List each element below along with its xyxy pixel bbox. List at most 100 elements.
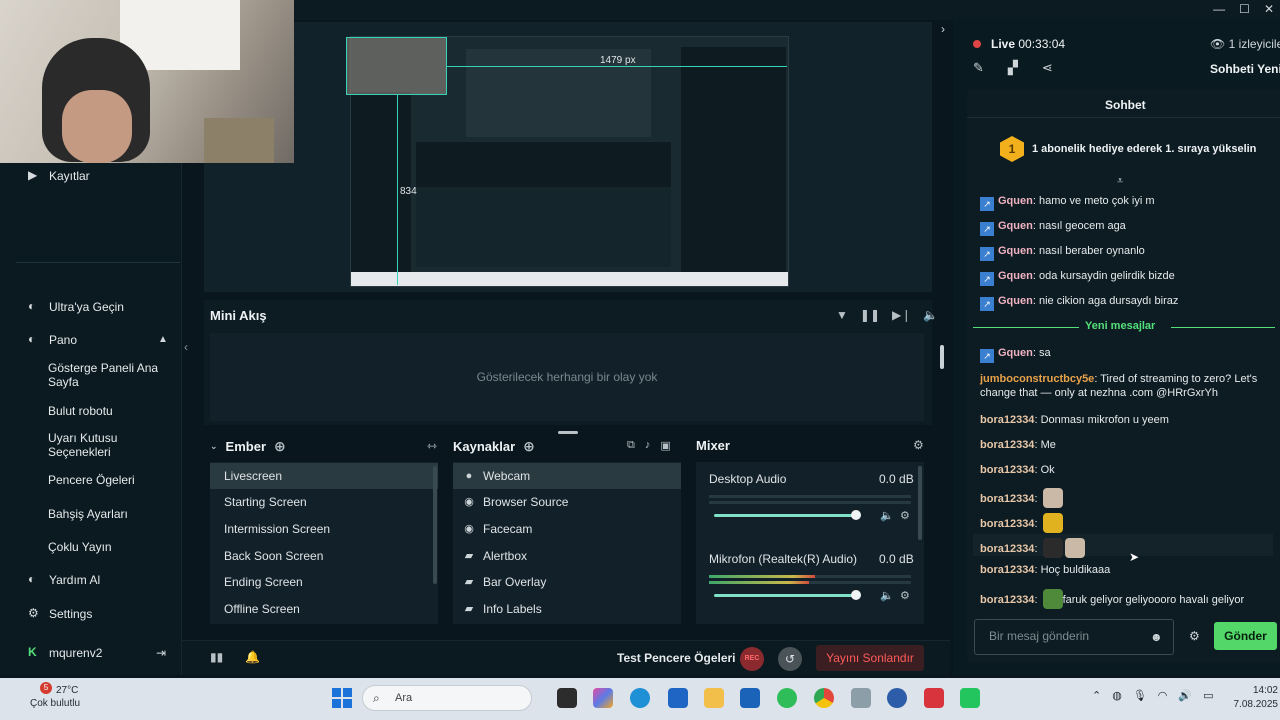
collapse-sidebar-icon[interactable]: ‹ <box>184 340 188 354</box>
sub-gift-banner[interactable]: 1 1 abonelik hediye ederek 1. sıraya yük… <box>1000 136 1256 162</box>
group-icon[interactable]: ⧉ <box>627 439 635 452</box>
chat-username[interactable]: Gquen <box>998 270 1033 282</box>
add-source-icon[interactable]: ⊕ <box>523 438 535 455</box>
chevron-up-icon[interactable]: ▲ <box>158 333 168 347</box>
battery-icon[interactable]: ▭ <box>1203 689 1213 702</box>
transition-icon[interactable]: ⇿ <box>427 439 437 453</box>
chat-input-box[interactable] <box>974 619 1174 655</box>
chat-username[interactable]: Gquen <box>998 220 1033 232</box>
taskbar-app-icon[interactable] <box>851 688 871 708</box>
stats-icon[interactable]: ▮▮ <box>210 650 223 664</box>
chrome-icon[interactable] <box>814 688 834 708</box>
scene-item[interactable]: Offline Screen <box>210 596 438 622</box>
system-clock[interactable]: 14:02 7.08.2025 <box>1230 684 1279 712</box>
mixer-scrollbar[interactable] <box>918 466 922 540</box>
chat-username[interactable]: Gquen <box>998 295 1033 307</box>
volume-icon[interactable]: 🔈 <box>923 308 938 322</box>
chat-username[interactable]: Gquen <box>998 195 1033 207</box>
volume-slider-knob[interactable] <box>851 590 861 600</box>
sidebar-subitem-alertbox[interactable]: Uyarı Kutusu Seçenekleri <box>48 431 168 459</box>
chevron-right-icon[interactable]: › <box>941 22 945 36</box>
emoji-icon[interactable]: ☻ <box>1150 630 1163 644</box>
chat-username[interactable]: bora12334 <box>980 414 1034 426</box>
scene-item[interactable]: Intermission Screen <box>210 516 438 542</box>
taskbar-search[interactable]: ⌕ Ara <box>362 685 532 711</box>
sidebar-item-dashboard[interactable]: ◐ Pano ▲ <box>28 333 168 348</box>
send-button[interactable]: Gönder <box>1214 622 1277 650</box>
source-item[interactable]: ● Webcam <box>453 463 681 489</box>
selected-source-box[interactable] <box>346 37 447 95</box>
chat-username[interactable]: bora12334 <box>980 439 1034 451</box>
wifi-icon[interactable]: ◠ <box>1158 689 1168 702</box>
bell-icon[interactable]: 🔔 <box>245 650 260 664</box>
chat-username[interactable]: bora12334 <box>980 464 1034 476</box>
edit-icon[interactable]: ✎ <box>973 60 984 76</box>
chat-username[interactable]: Gquen <box>998 245 1033 257</box>
dock-resize-handle[interactable] <box>940 345 944 369</box>
gear-icon[interactable]: ⚙ <box>1189 629 1200 643</box>
scene-item[interactable]: Ending Screen <box>210 569 438 595</box>
sidebar-subitem-tip-settings[interactable]: Bahşiş Ayarları <box>48 507 168 521</box>
chevron-up-icon[interactable]: ⌃ <box>1092 689 1101 702</box>
sidebar-item-help[interactable]: ◐ Yardım Al <box>28 573 100 588</box>
outlook-icon[interactable] <box>740 688 760 708</box>
source-item[interactable]: ◉ Browser Source <box>453 489 681 515</box>
network-icon[interactable]: ◍ <box>1112 689 1122 702</box>
volume-slider[interactable] <box>714 514 856 517</box>
refresh-chat-button[interactable]: Sohbeti Yenile <box>1210 62 1280 76</box>
gear-icon[interactable]: ⚙ <box>900 509 910 522</box>
chat-username[interactable]: Gquen <box>998 347 1033 359</box>
chat-username[interactable]: bora12334 <box>980 594 1034 606</box>
store-icon[interactable] <box>668 688 688 708</box>
test-widgets-label[interactable]: Test Pencere Ögeleri <box>617 651 736 665</box>
weather-widget[interactable]: 27°C Çok bulutlu <box>30 684 80 710</box>
scenes-scrollbar[interactable] <box>433 466 437 584</box>
speaker-icon[interactable]: 🔈 <box>880 589 894 602</box>
mic-icon[interactable]: 🎙 <box>1133 689 1147 702</box>
chevron-down-icon[interactable]: ⌄ <box>210 441 218 452</box>
gear-icon[interactable]: ⚙ <box>900 589 910 602</box>
scene-item[interactable]: Back Soon Screen <box>210 543 438 569</box>
source-item[interactable]: ◉ Facecam <box>453 516 681 542</box>
taskbar-app-icon[interactable] <box>557 688 577 708</box>
sidebar-subitem-dashboard-home[interactable]: Gösterge Paneli Ana Sayfa <box>48 361 168 389</box>
folder-icon[interactable]: ▣ <box>660 439 670 452</box>
filter-icon[interactable]: ▼ <box>836 308 848 322</box>
logout-icon[interactable]: ⇥ <box>156 646 166 660</box>
share-icon[interactable]: ⋖ <box>1042 60 1053 76</box>
record-button[interactable]: REC <box>740 647 764 671</box>
sidebar-item-recordings[interactable]: ▶ Kayıtlar <box>28 169 90 184</box>
volume-icon[interactable]: 🔊 <box>1178 689 1192 702</box>
scene-item[interactable]: Livescreen <box>210 463 438 489</box>
sidebar-item-settings[interactable]: ⚙ Settings <box>28 607 92 622</box>
streamlabs-icon[interactable] <box>960 688 980 708</box>
chat-input[interactable] <box>989 629 1139 643</box>
volume-slider[interactable] <box>714 594 856 597</box>
sidebar-subitem-cloudbot[interactable]: Bulut robotu <box>48 404 168 418</box>
chat-username[interactable]: bora12334 <box>980 518 1034 530</box>
minimize-button[interactable]: — <box>1213 2 1225 16</box>
audio-icon[interactable]: ♪ <box>645 439 651 452</box>
whatsapp-icon[interactable] <box>777 688 797 708</box>
replay-buffer-button[interactable]: ↺ <box>778 647 802 671</box>
resize-handle[interactable] <box>558 431 578 434</box>
volume-slider-knob[interactable] <box>851 510 861 520</box>
sidebar-item-ultra[interactable]: ◐ Ultra'ya Geçin <box>28 300 124 315</box>
maximize-button[interactable]: ☐ <box>1239 2 1250 16</box>
pause-icon[interactable]: ❚❚ <box>860 308 880 322</box>
gear-icon[interactable]: ⚙ <box>913 438 924 452</box>
chat-username[interactable]: bora12334 <box>980 564 1034 576</box>
copilot-icon[interactable] <box>593 688 613 708</box>
chat-username[interactable]: jumboconstructbcy5e <box>980 373 1094 385</box>
sidebar-user[interactable]: K mqurenv2 ⇥ <box>28 646 166 661</box>
add-scene-icon[interactable]: ⊕ <box>274 438 286 455</box>
speaker-icon[interactable]: 🔈 <box>880 509 894 522</box>
scene-item[interactable]: Starting Screen <box>210 489 438 515</box>
sidebar-subitem-widgets[interactable]: Pencere Ögeleri <box>48 473 168 487</box>
chat-username[interactable]: bora12334 <box>980 493 1034 505</box>
taskbar-app-icon[interactable] <box>924 688 944 708</box>
pinned-expand-icon[interactable]: ⩡ <box>1117 175 1123 188</box>
folder-icon[interactable] <box>704 688 724 708</box>
source-item[interactable]: ▰ Bar Overlay <box>453 569 681 595</box>
end-stream-button[interactable]: Yayını Sonlandır <box>816 645 924 671</box>
